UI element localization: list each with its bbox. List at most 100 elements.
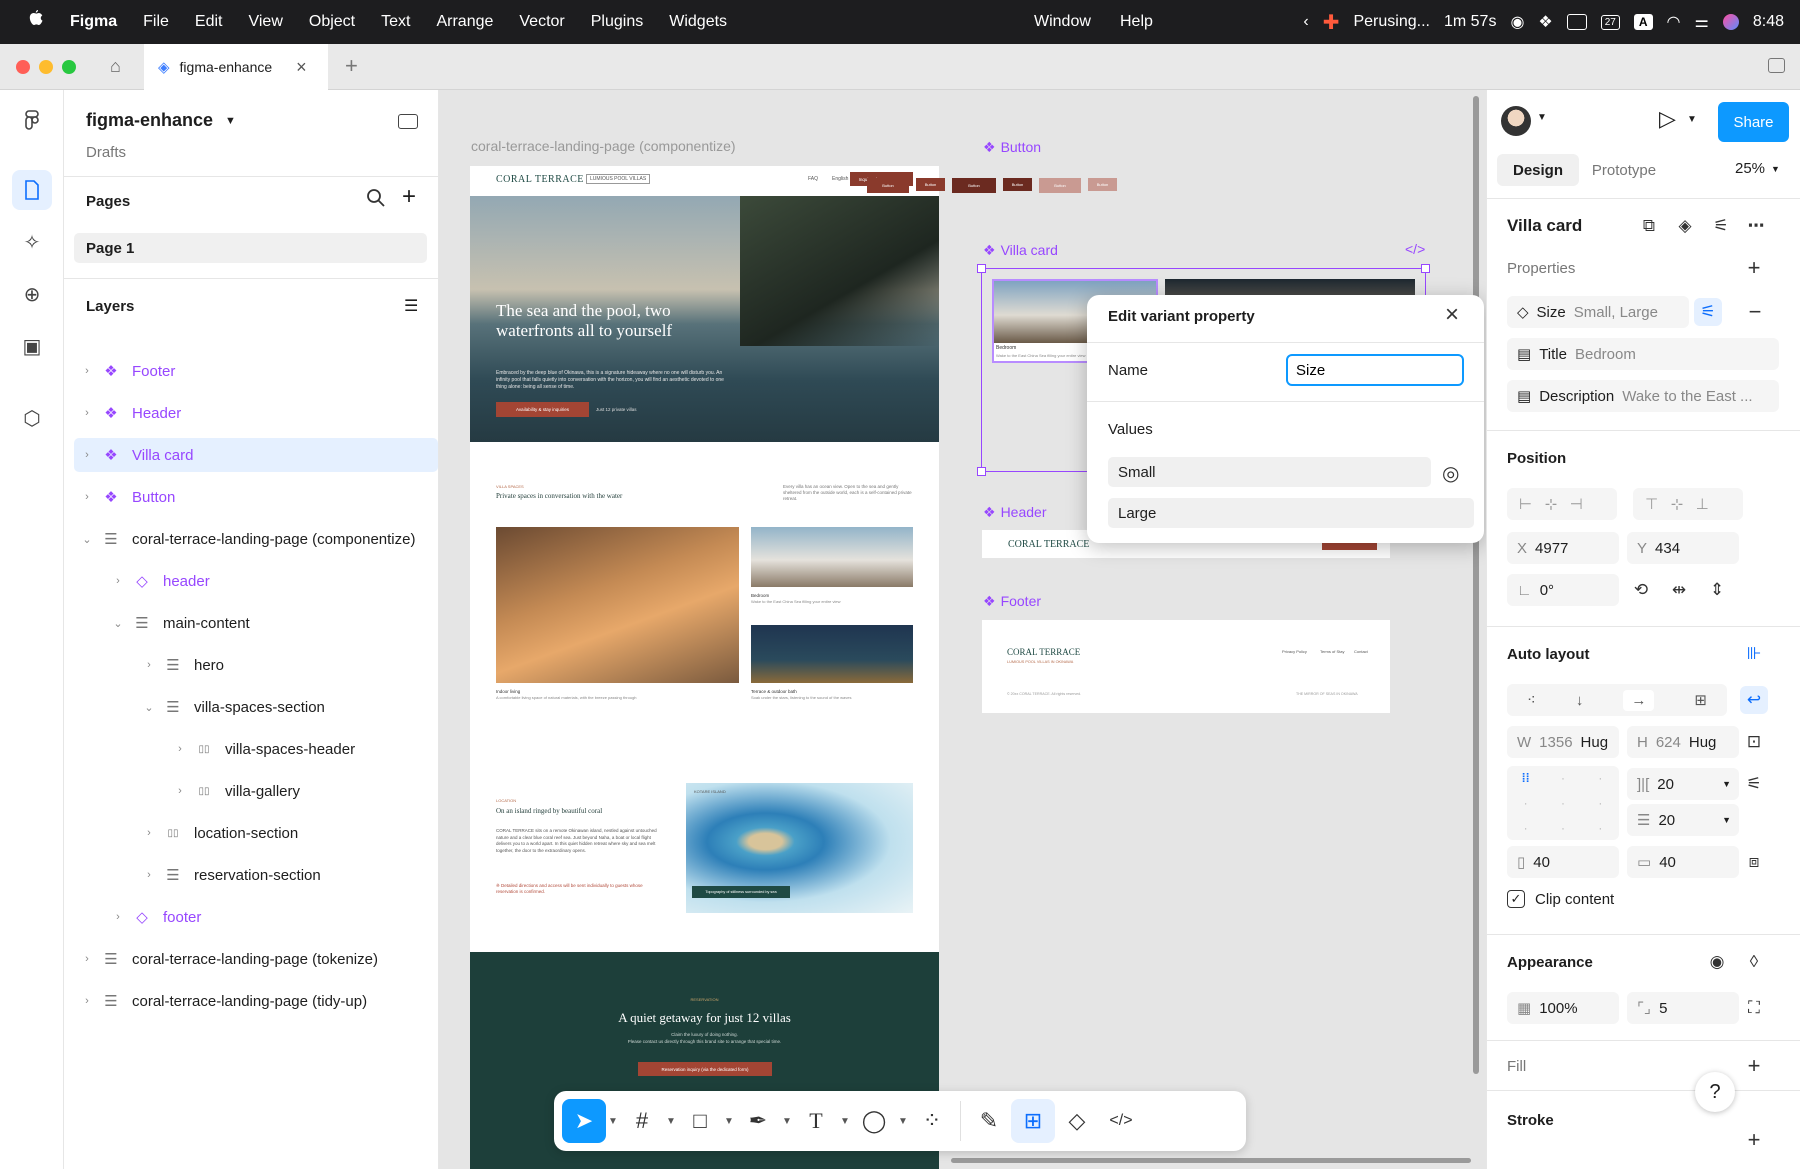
gap-horizontal-field[interactable]: ]|[20 ▼ (1627, 768, 1739, 800)
resize-constraints-icon[interactable]: ⊡ (1740, 728, 1768, 756)
file-layers-icon[interactable] (12, 170, 52, 210)
expand-chevron-icon[interactable]: › (80, 995, 94, 1007)
layout-free-icon[interactable]: ⁖ (1527, 691, 1536, 709)
layer-row[interactable]: › ▯▯ location-section (74, 816, 438, 850)
add-icon[interactable]: ⊕ (12, 274, 52, 314)
menu-edit[interactable]: Edit (195, 13, 223, 31)
component-label-villa-card[interactable]: ❖ Villa card (983, 242, 1058, 259)
control-center-icon[interactable]: ⚌ (1695, 12, 1709, 32)
menu-help[interactable]: Help (1120, 13, 1153, 31)
add-stroke-icon[interactable]: + (1740, 1126, 1768, 1154)
actions-icon[interactable]: ⁘ (910, 1099, 954, 1143)
menu-plugins[interactable]: Plugins (591, 13, 643, 31)
layer-row[interactable]: › ☰ coral-terrace-landing-page (tidy-up) (74, 984, 438, 1018)
design-mode-icon[interactable]: ⊞ (1011, 1099, 1055, 1143)
maximize-window-button[interactable] (62, 60, 76, 74)
minimize-window-button[interactable] (39, 60, 53, 74)
add-page-icon[interactable]: + (402, 183, 416, 211)
independent-corners-icon[interactable]: ⛶ (1740, 994, 1768, 1022)
auto-layout-icon[interactable]: ⊪ (1740, 640, 1768, 668)
rotation-field[interactable]: ∟ 0° (1507, 574, 1619, 606)
tab-design[interactable]: Design (1497, 154, 1579, 186)
remove-property-icon[interactable]: − (1741, 298, 1769, 326)
siri-icon[interactable] (1722, 14, 1739, 30)
layout-grid-icon[interactable]: ⊞ (1694, 691, 1707, 709)
menu-widgets[interactable]: Widgets (669, 13, 727, 31)
name-field[interactable] (1286, 354, 1464, 386)
expand-chevron-icon[interactable]: › (111, 911, 125, 923)
page-item[interactable]: Page 1 (74, 233, 427, 263)
component-name[interactable]: Villa card (1507, 216, 1582, 236)
layer-row[interactable]: › ❖ Header (74, 396, 438, 430)
layer-row[interactable]: › ☰ reservation-section (74, 858, 438, 892)
menu-object[interactable]: Object (309, 13, 355, 31)
panel-toggle-icon[interactable] (398, 114, 418, 129)
move-tool-icon[interactable]: ➤ (562, 1099, 606, 1143)
add-property-icon[interactable]: + (1740, 254, 1768, 282)
chevron-left-icon[interactable]: ‹ (1303, 13, 1308, 31)
chevron-down-icon[interactable]: ▼ (722, 1116, 736, 1127)
eye-icon[interactable]: ◉ (1703, 948, 1731, 976)
cast-icon[interactable]: ◉ (1510, 12, 1524, 32)
apple-icon[interactable] (26, 9, 44, 35)
chevron-down-icon[interactable]: ▼ (780, 1116, 794, 1127)
figma-menu-icon[interactable] (12, 100, 52, 140)
expand-chevron-icon[interactable]: › (142, 827, 156, 839)
x-field[interactable]: X 4977 (1507, 532, 1619, 564)
property-description[interactable]: ▤ Description Wake to the East ... (1507, 380, 1779, 412)
help-button[interactable]: ? (1695, 1072, 1735, 1112)
height-field[interactable]: H 624 Hug (1627, 726, 1739, 758)
component-mode-icon[interactable]: ◇ (1055, 1099, 1099, 1143)
gap-vertical-field[interactable]: ☰ 20 ▼ (1627, 804, 1739, 836)
value-item[interactable]: Small (1108, 457, 1431, 487)
menu-app-name[interactable]: Figma (70, 13, 117, 31)
go-to-main-component-icon[interactable]: ⧉ (1635, 212, 1663, 240)
file-location[interactable]: Drafts (86, 144, 126, 161)
layer-row[interactable]: › ❖ Button (74, 480, 438, 514)
layer-row[interactable]: ⌄ ☰ coral-terrace-landing-page (componenti… (74, 522, 438, 556)
layer-row[interactable]: ⌄ ☰ villa-spaces-section (74, 690, 438, 724)
layer-row[interactable]: › ❖ Villa card (74, 438, 438, 472)
button-variant[interactable]: Button (1003, 178, 1032, 191)
settings-icon[interactable]: ⬡ (12, 398, 52, 438)
menu-text[interactable]: Text (381, 13, 410, 31)
clip-content-checkbox[interactable]: ✓ Clip content (1507, 890, 1614, 908)
blend-mode-icon[interactable]: ◊ (1740, 948, 1768, 976)
component-icon[interactable]: ◈ (1671, 212, 1699, 240)
footer-component[interactable]: CORAL TERRACE LUMIOUS POOL VILLAS IN OKI… (982, 620, 1390, 713)
landing-page-frame[interactable]: CORAL TERRACE LUMIOUS POOL VILLAS FAQ En… (470, 166, 939, 1169)
comment-tool-icon[interactable]: ◯ (852, 1099, 896, 1143)
input-source-icon[interactable]: A (1633, 14, 1653, 30)
menu-arrange[interactable]: Arrange (436, 13, 493, 31)
pen-tool-icon[interactable]: ✒ (736, 1099, 780, 1143)
target-icon[interactable]: ◎ (1442, 461, 1459, 486)
sidebar-icon[interactable] (1566, 14, 1587, 30)
code-icon[interactable]: </> (1405, 241, 1425, 257)
new-tab-icon[interactable]: + (345, 53, 358, 79)
align-vertical-group[interactable]: ⊤ ⊹ ⊥ (1633, 488, 1743, 520)
layout-direction-group[interactable]: ⁖ ↓ → ⊞ (1507, 684, 1727, 716)
layer-row[interactable]: › ❖ Footer (74, 354, 438, 388)
file-name-menu[interactable]: figma-enhance ▼ (86, 110, 236, 131)
calendar-icon[interactable]: 27 (1600, 14, 1620, 30)
expand-chevron-icon[interactable]: › (80, 365, 94, 377)
text-tool-icon[interactable]: T (794, 1099, 838, 1143)
y-field[interactable]: Y 434 (1627, 532, 1739, 564)
chevron-down-icon[interactable]: ▼ (1537, 112, 1547, 123)
component-label-button[interactable]: ❖ Button (983, 139, 1041, 156)
close-tab-icon[interactable]: × (296, 57, 307, 78)
component-label-header[interactable]: ❖ Header (983, 504, 1046, 521)
expand-chevron-icon[interactable]: › (80, 407, 94, 419)
expand-chevron-icon[interactable]: › (80, 491, 94, 503)
draw-mode-icon[interactable]: ✎ (967, 1099, 1011, 1143)
layer-row[interactable]: › ▯▯ villa-gallery (74, 774, 438, 808)
menu-window[interactable]: Window (1034, 13, 1091, 31)
expand-chevron-icon[interactable]: ⌄ (80, 533, 94, 546)
adjust-icon[interactable]: ⚟ (1707, 212, 1735, 240)
padding-settings-icon[interactable]: ⧈ (1740, 848, 1768, 876)
menu-file[interactable]: File (143, 13, 169, 31)
home-icon[interactable]: ⌂ (110, 56, 121, 77)
layer-row[interactable]: › ◇ footer (74, 900, 438, 934)
expand-chevron-icon[interactable]: › (80, 953, 94, 965)
canvas[interactable]: coral-terrace-landing-page (componentize… (439, 90, 1486, 1169)
